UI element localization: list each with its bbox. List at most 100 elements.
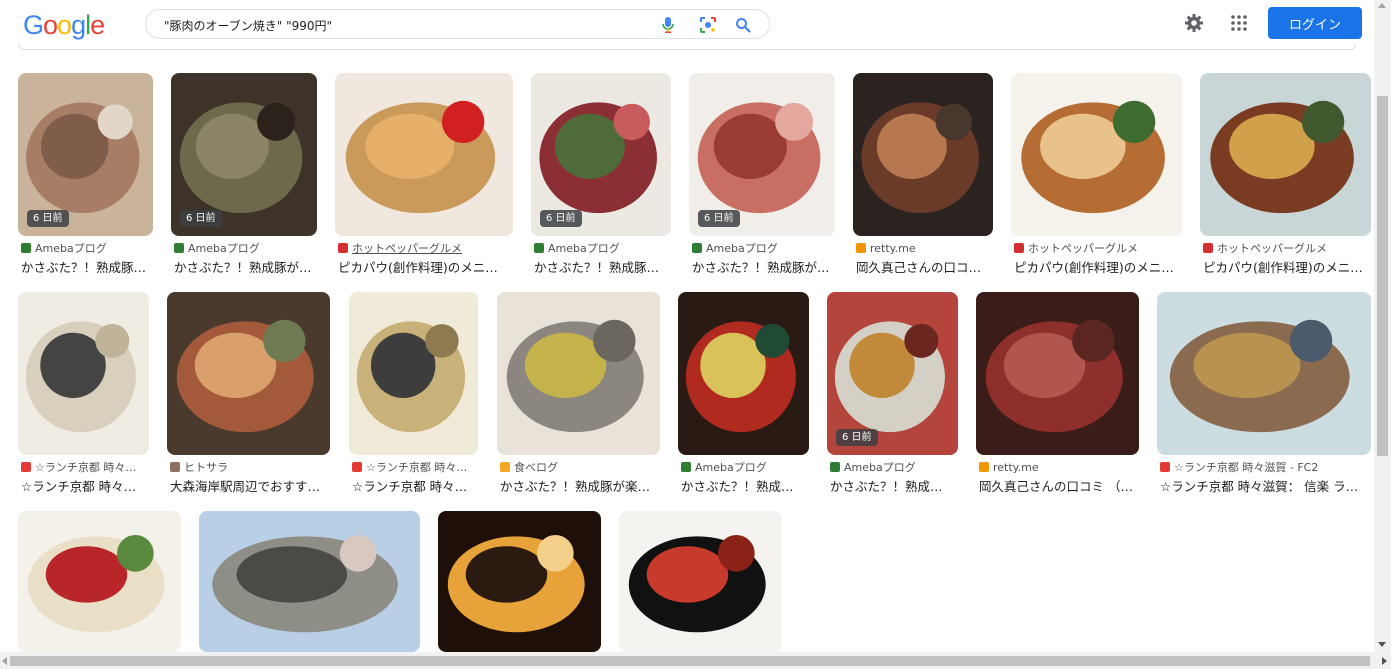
result-thumbnail[interactable] bbox=[619, 511, 782, 652]
result-thumbnail[interactable] bbox=[18, 292, 149, 455]
horizontal-scrollbar[interactable] bbox=[0, 652, 1391, 669]
result-source[interactable]: Amebaプログ bbox=[534, 241, 674, 255]
image-result[interactable] bbox=[199, 511, 420, 669]
result-thumbnail[interactable] bbox=[853, 73, 993, 236]
result-thumbnail[interactable] bbox=[1200, 73, 1371, 236]
image-result[interactable]: retty.me 岡久真己さんの口コ… bbox=[853, 73, 993, 280]
google-logo[interactable]: Google bbox=[23, 10, 105, 40]
image-result[interactable]: ☆ランチ京都 時々… ☆ランチ京都 時々… bbox=[18, 292, 149, 499]
result-source[interactable]: Amebaプログ bbox=[21, 241, 156, 255]
scroll-down-arrow[interactable] bbox=[1378, 642, 1386, 647]
result-title[interactable]: かさぶた？！熟成… bbox=[830, 476, 969, 495]
result-thumbnail[interactable] bbox=[167, 292, 330, 455]
vertical-scroll-thumb[interactable] bbox=[1377, 96, 1388, 456]
site-favicon-icon bbox=[692, 243, 702, 253]
result-thumbnail[interactable] bbox=[1011, 73, 1182, 236]
horizontal-scroll-thumb[interactable] bbox=[10, 656, 1370, 666]
result-title[interactable]: 岡久真己さんの口コミ （… bbox=[979, 476, 1150, 495]
image-result[interactable]: 6 日前 Amebaプログ かさぶた？！熟成… bbox=[827, 292, 958, 499]
result-thumbnail[interactable]: 6 日前 bbox=[689, 73, 835, 236]
result-thumbnail[interactable] bbox=[678, 292, 809, 455]
result-source[interactable]: Amebaプログ bbox=[830, 460, 961, 474]
image-result[interactable] bbox=[619, 511, 782, 669]
result-title[interactable]: ☆ランチ京都 時々… bbox=[21, 476, 160, 495]
image-result[interactable]: 食べログ かさぶた？！熟成豚が楽… bbox=[497, 292, 660, 499]
result-title[interactable]: 大森海岸駅周辺でおすす… bbox=[170, 476, 341, 495]
login-button[interactable]: ログイン bbox=[1268, 7, 1362, 39]
result-source[interactable]: 食べログ bbox=[500, 460, 663, 474]
result-title[interactable]: かさぶた？！熟成… bbox=[681, 476, 820, 495]
result-thumbnail[interactable] bbox=[1157, 292, 1371, 455]
result-title[interactable]: ☆ランチ京都 時々滋賀： 信楽 ラ… bbox=[1160, 476, 1382, 495]
site-favicon-icon bbox=[1160, 462, 1170, 472]
image-result[interactable]: ☆ランチ京都 時々滋賀 - FC2 ☆ランチ京都 時々滋賀： 信楽 ラ… bbox=[1157, 292, 1371, 499]
image-result[interactable]: retty.me 岡久真己さんの口コミ （… bbox=[976, 292, 1139, 499]
result-source[interactable]: ヒトサラ bbox=[170, 460, 333, 474]
image-result[interactable]: ホットペッパーグルメ ピカパウ(創作料理)のメニ… bbox=[1200, 73, 1371, 280]
result-thumbnail[interactable]: 6 日前 bbox=[827, 292, 958, 455]
result-thumbnail[interactable]: 6 日前 bbox=[531, 73, 671, 236]
result-title[interactable]: ピカパウ(創作料理)のメニ… bbox=[1014, 257, 1193, 276]
result-source-label: retty.me bbox=[870, 241, 916, 255]
result-source[interactable]: ホットペッパーグルメ bbox=[1203, 241, 1374, 255]
result-thumbnail[interactable] bbox=[349, 292, 478, 455]
image-result[interactable] bbox=[18, 511, 181, 669]
result-source-label: ☆ランチ京都 時々… bbox=[366, 461, 468, 474]
vertical-scrollbar[interactable] bbox=[1374, 0, 1391, 652]
result-title[interactable]: かさぶた？！熟成豚が… bbox=[174, 257, 328, 276]
result-thumbnail[interactable] bbox=[976, 292, 1139, 455]
image-result[interactable]: ホットペッパーグルメ ピカパウ(創作料理)のメニ… bbox=[335, 73, 513, 280]
result-thumbnail[interactable] bbox=[199, 511, 420, 652]
image-result[interactable]: ヒトサラ 大森海岸駅周辺でおすす… bbox=[167, 292, 330, 499]
result-source[interactable]: ホットペッパーグルメ bbox=[1014, 241, 1185, 255]
result-source[interactable]: retty.me bbox=[856, 241, 996, 255]
image-result[interactable]: 6 日前 Amebaプログ かさぶた？！熟成豚が… bbox=[689, 73, 835, 280]
result-source[interactable]: Amebaプログ bbox=[681, 460, 812, 474]
result-thumbnail[interactable] bbox=[18, 511, 181, 652]
result-source[interactable]: ☆ランチ京都 時々滋賀 - FC2 bbox=[1160, 460, 1374, 474]
image-result[interactable]: Amebaプログ かさぶた？！熟成… bbox=[678, 292, 809, 499]
result-source[interactable]: Amebaプログ bbox=[174, 241, 320, 255]
image-result[interactable]: ホットペッパーグルメ ピカパウ(創作料理)のメニ… bbox=[1011, 73, 1182, 280]
image-result[interactable]: 6 日前 Amebaプログ かさぶた？！熟成豚… bbox=[531, 73, 671, 280]
mic-icon bbox=[662, 17, 674, 33]
image-search-button[interactable] bbox=[696, 13, 720, 37]
scroll-up-arrow[interactable] bbox=[1378, 3, 1386, 8]
voice-search-button[interactable] bbox=[656, 13, 680, 37]
result-title[interactable]: かさぶた？！熟成豚… bbox=[534, 257, 682, 276]
result-title[interactable]: ピカパウ(創作料理)のメニ… bbox=[1203, 257, 1382, 276]
image-result[interactable] bbox=[438, 511, 601, 669]
image-result[interactable]: 6 日前 Amebaプログ かさぶた？！熟成豚が… bbox=[171, 73, 317, 280]
result-source[interactable]: ☆ランチ京都 時々… bbox=[21, 460, 152, 474]
result-source[interactable]: ホットペッパーグルメ bbox=[338, 241, 516, 255]
thumbnail-image bbox=[1157, 292, 1371, 455]
result-source[interactable]: retty.me bbox=[979, 460, 1142, 474]
result-thumbnail[interactable] bbox=[497, 292, 660, 455]
result-title[interactable]: ピカパウ(創作料理)のメニ… bbox=[338, 257, 524, 276]
result-source-label: Amebaプログ bbox=[35, 242, 107, 255]
scroll-left-arrow[interactable] bbox=[2, 657, 7, 665]
result-thumbnail[interactable]: 6 日前 bbox=[171, 73, 317, 236]
result-thumbnail[interactable]: 6 日前 bbox=[18, 73, 153, 236]
google-apps-button[interactable] bbox=[1226, 10, 1252, 36]
search-input[interactable] bbox=[164, 15, 644, 35]
result-thumbnail[interactable] bbox=[438, 511, 601, 652]
result-title[interactable]: 岡久真己さんの口コ… bbox=[856, 257, 1004, 276]
result-title[interactable]: かさぶた？！熟成豚… bbox=[21, 257, 164, 276]
site-favicon-icon bbox=[500, 462, 510, 472]
image-result[interactable]: 6 日前 Amebaプログ かさぶた？！熟成豚… bbox=[18, 73, 153, 280]
settings-button[interactable] bbox=[1181, 10, 1207, 36]
result-source[interactable]: Amebaプログ bbox=[692, 241, 838, 255]
search-submit-button[interactable] bbox=[731, 13, 755, 37]
result-source[interactable]: ☆ランチ京都 時々… bbox=[352, 460, 481, 474]
date-badge: 6 日前 bbox=[540, 210, 582, 227]
result-title[interactable]: かさぶた？！熟成豚が… bbox=[692, 257, 846, 276]
image-result[interactable]: ☆ランチ京都 時々… ☆ランチ京都 時々… bbox=[349, 292, 478, 499]
result-thumbnail[interactable] bbox=[335, 73, 513, 236]
result-source-label: ヒトサラ bbox=[184, 461, 228, 474]
site-favicon-icon bbox=[1203, 243, 1213, 253]
scroll-right-arrow[interactable] bbox=[1382, 657, 1387, 665]
lens-icon bbox=[700, 17, 716, 33]
result-title[interactable]: かさぶた？！熟成豚が楽… bbox=[500, 476, 671, 495]
result-title[interactable]: ☆ランチ京都 時々… bbox=[352, 476, 489, 495]
